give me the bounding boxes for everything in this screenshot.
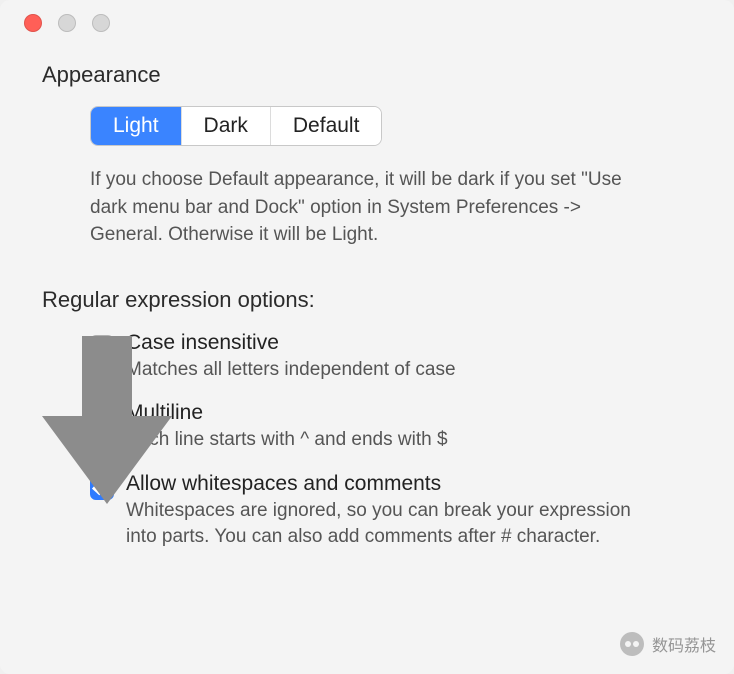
allow-whitespaces-checkbox[interactable]: [90, 476, 114, 500]
appearance-segmented-control[interactable]: Light Dark Default: [90, 106, 382, 146]
case-insensitive-desc: Matches all letters independent of case: [126, 357, 666, 384]
multiline-desc: Each line starts with ^ and ends with $: [126, 427, 666, 454]
minimize-button[interactable]: [58, 14, 76, 32]
zoom-button[interactable]: [92, 14, 110, 32]
window-controls: [0, 0, 734, 32]
regex-section: Case insensitive Matches all letters ind…: [42, 331, 692, 551]
allow-whitespaces-label: Allow whitespaces and comments: [126, 472, 666, 496]
appearance-title: Appearance: [42, 62, 692, 88]
content-area: Appearance Light Dark Default If you cho…: [0, 32, 734, 551]
preferences-window: Appearance Light Dark Default If you cho…: [0, 0, 734, 674]
multiline-checkbox[interactable]: [90, 405, 114, 429]
option-multiline: Multiline Each line starts with ^ and en…: [90, 401, 692, 454]
regex-title: Regular expression options:: [42, 287, 692, 313]
option-allow-whitespaces: Allow whitespaces and comments Whitespac…: [90, 472, 692, 551]
close-button[interactable]: [24, 14, 42, 32]
watermark: 数码荔枝: [620, 632, 716, 656]
appearance-option-dark[interactable]: Dark: [182, 107, 271, 145]
watermark-text: 数码荔枝: [652, 632, 716, 656]
appearance-option-default[interactable]: Default: [271, 107, 382, 145]
case-insensitive-checkbox[interactable]: [90, 335, 114, 359]
wechat-icon: [620, 632, 644, 656]
option-case-insensitive: Case insensitive Matches all letters ind…: [90, 331, 692, 384]
allow-whitespaces-desc: Whitespaces are ignored, so you can brea…: [126, 498, 666, 551]
appearance-section: Light Dark Default If you choose Default…: [42, 106, 692, 249]
appearance-option-light[interactable]: Light: [91, 107, 182, 145]
case-insensitive-label: Case insensitive: [126, 331, 666, 355]
multiline-label: Multiline: [126, 401, 666, 425]
appearance-hint: If you choose Default appearance, it wil…: [90, 166, 650, 249]
